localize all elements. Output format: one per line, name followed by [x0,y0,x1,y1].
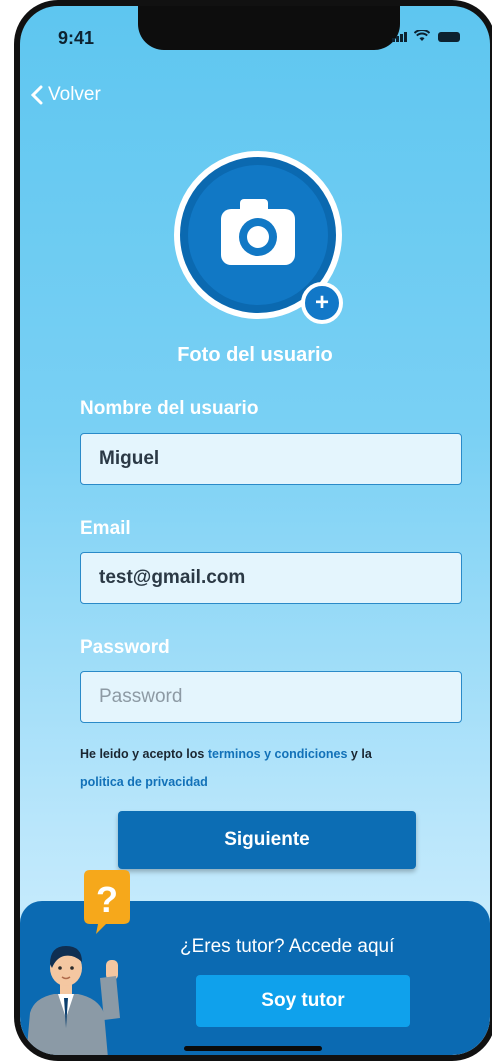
camera-icon [221,199,295,265]
tutor-question: ¿Eres tutor? Accede aquí [180,936,395,957]
email-value: test@gmail.com [99,567,246,588]
name-value: Miguel [99,448,160,469]
password-placeholder: Password [99,686,183,707]
status-icons [392,30,460,42]
svg-text:?: ? [96,879,118,920]
question-bubble-icon: ? [84,870,130,934]
email-label: Email [80,518,131,539]
tutor-button[interactable]: Soy tutor [196,975,410,1027]
signal-icon [392,32,408,42]
name-field[interactable]: Miguel [80,433,462,485]
password-field[interactable]: Password [80,671,462,723]
name-label: Nombre del usuario [80,398,259,419]
email-field[interactable]: test@gmail.com [80,552,462,604]
status-time: 9:41 [58,28,95,48]
avatar-inner [188,165,328,305]
password-label: Password [80,637,170,658]
screen: 9:41 Volver + Foto del usuario Nombre de… [20,6,490,1055]
privacy-link[interactable]: politica de privacidad [80,775,208,789]
terms-middle: y la [347,747,372,761]
phone-frame: 9:41 Volver + Foto del usuario Nombre de… [14,0,492,1061]
home-indicator [184,1046,322,1051]
tutor-character-illustration: ? [26,870,130,1055]
add-photo-badge[interactable]: + [301,282,343,324]
photo-picker[interactable]: + [174,151,354,331]
photo-label: Foto del usuario [177,344,333,366]
terms-link[interactable]: terminos y condiciones [208,747,348,761]
wifi-icon [414,30,430,41]
back-label: Volver [48,84,101,105]
terms-text: He leido y acepto los terminos y condici… [80,740,460,796]
back-button[interactable]: Volver [30,84,101,106]
notch [138,6,400,50]
chevron-left-icon [30,85,43,105]
battery-icon [438,32,460,42]
terms-prefix: He leido y acepto los [80,747,208,761]
next-button[interactable]: Siguiente [118,811,416,869]
